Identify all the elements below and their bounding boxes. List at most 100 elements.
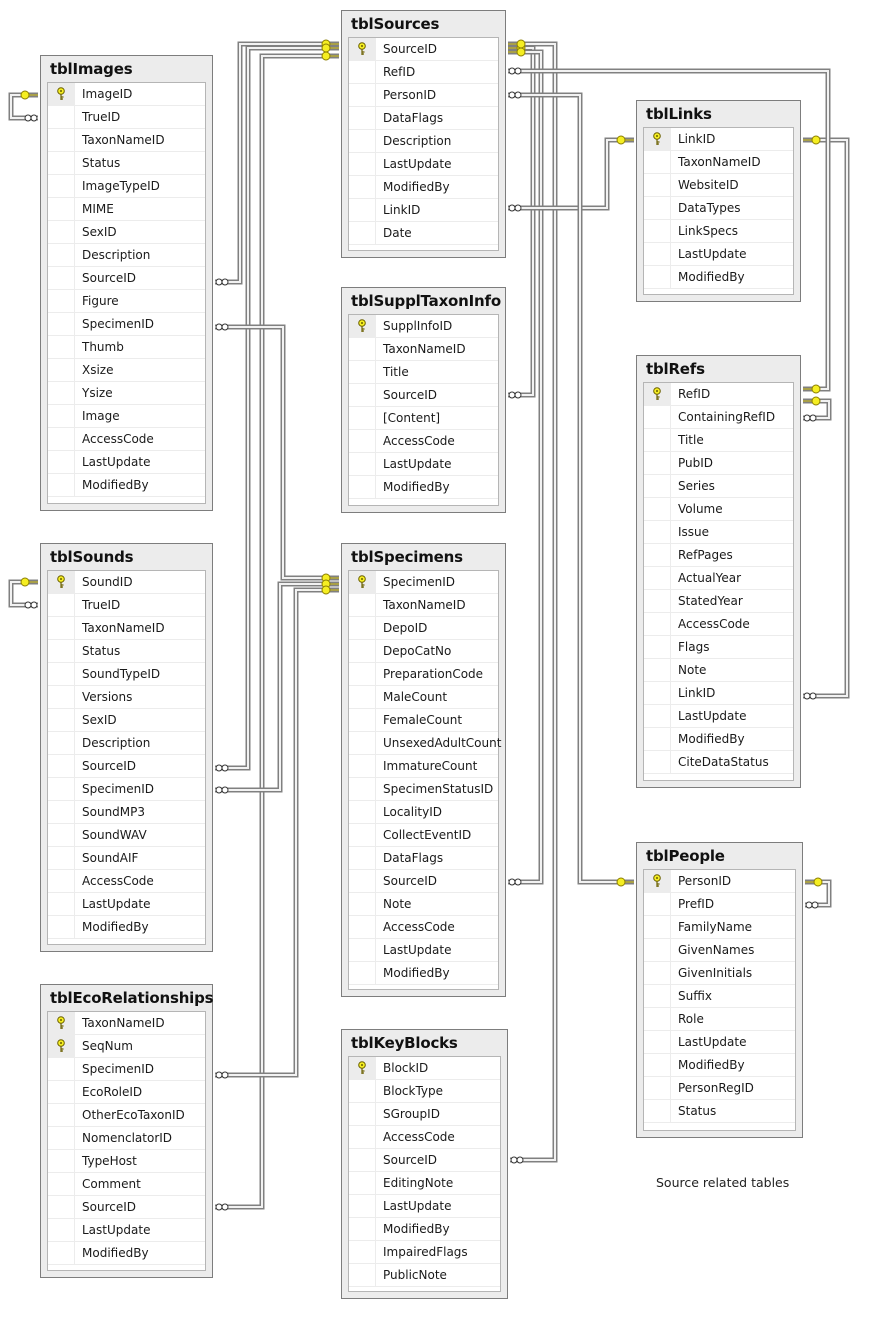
column-row[interactable]: LinkID [349,199,498,222]
column-row[interactable]: MIME [48,198,205,221]
column-row[interactable]: BlockType [349,1080,500,1103]
column-row[interactable]: SpecimenID [48,778,205,801]
row-selector[interactable] [644,1077,671,1099]
column-row[interactable]: Title [349,361,498,384]
row-selector[interactable] [349,453,376,475]
row-selector[interactable] [349,1264,376,1286]
row-selector[interactable] [349,361,376,383]
column-row[interactable]: DepoCatNo [349,640,498,663]
column-row[interactable]: SoundID [48,571,205,594]
row-selector[interactable] [48,1150,75,1172]
column-row[interactable]: LastUpdate [644,1031,795,1054]
column-row[interactable]: UnsexedAdultCount [349,732,501,755]
column-row[interactable]: ImageTypeID [48,175,205,198]
row-selector[interactable] [48,405,75,427]
row-selector[interactable] [349,38,376,60]
relationship-tblSources-SourceID-to-tblEcoRelationships-SourceID[interactable] [215,51,339,1211]
row-selector[interactable] [48,709,75,731]
column-row[interactable]: AccessCode [48,428,205,451]
column-row[interactable]: [Content] [349,407,498,430]
row-selector[interactable] [349,824,376,846]
table-tblImages[interactable]: tblImages ImageID TrueID TaxonNameID Status… [40,55,213,511]
column-row[interactable]: WebsiteID [644,174,793,197]
row-selector[interactable] [644,659,671,681]
column-row[interactable]: ModifiedBy [48,474,205,497]
column-row[interactable]: ModifiedBy [48,1242,205,1265]
column-row[interactable]: Versions [48,686,205,709]
row-selector[interactable] [349,430,376,452]
column-row[interactable]: GivenInitials [644,962,795,985]
column-row[interactable]: Role [644,1008,795,1031]
table-tblPeople[interactable]: tblPeople PersonID PrefID FamilyName GivenN… [636,842,803,1138]
column-row[interactable]: ModifiedBy [644,728,793,751]
row-selector[interactable] [48,640,75,662]
row-selector[interactable] [644,962,671,984]
row-selector[interactable] [644,475,671,497]
row-selector[interactable] [48,1173,75,1195]
row-selector[interactable] [644,1054,671,1076]
column-row[interactable]: SourceID [349,384,498,407]
row-selector[interactable] [644,1100,671,1122]
row-selector[interactable] [349,130,376,152]
row-selector[interactable] [349,1241,376,1263]
column-row[interactable]: Comment [48,1173,205,1196]
row-selector[interactable] [644,521,671,543]
row-selector[interactable] [349,176,376,198]
row-selector[interactable] [349,962,376,984]
row-selector[interactable] [349,640,376,662]
row-selector[interactable] [349,1103,376,1125]
row-selector[interactable] [644,266,671,288]
row-selector[interactable] [48,1012,75,1034]
row-selector[interactable] [48,916,75,938]
relationship-tblSounds-SoundID-to-tblSounds-TrueID[interactable] [8,577,38,609]
row-selector[interactable] [349,338,376,360]
column-row[interactable]: AccessCode [349,916,498,939]
column-row[interactable]: TypeHost [48,1150,205,1173]
relationship-tblRefs-RefID-to-tblRefs-ContainingRefID[interactable] [803,396,832,422]
column-row[interactable]: LinkID [644,128,793,151]
row-selector[interactable] [644,452,671,474]
column-row[interactable]: ModifiedBy [349,176,498,199]
column-row[interactable]: AccessCode [349,1126,500,1149]
row-selector[interactable] [349,939,376,961]
column-row[interactable]: TaxonNameID [48,617,205,640]
row-selector[interactable] [48,617,75,639]
row-selector[interactable] [644,567,671,589]
row-selector[interactable] [644,128,671,150]
column-row[interactable]: LastUpdate [349,1195,500,1218]
row-selector[interactable] [48,175,75,197]
column-row[interactable]: ModifiedBy [644,1054,795,1077]
row-selector[interactable] [349,384,376,406]
relationship-tblSources-SourceID-to-tblKeyBlocks-SourceID[interactable] [508,39,558,1164]
column-row[interactable]: NomenclatorID [48,1127,205,1150]
column-row[interactable]: SpecimenStatusID [349,778,498,801]
row-selector[interactable] [48,1104,75,1126]
row-selector[interactable] [349,1126,376,1148]
row-selector[interactable] [644,1031,671,1053]
column-row[interactable]: CiteDataStatus [644,751,793,774]
row-selector[interactable] [644,590,671,612]
column-row[interactable]: LastUpdate [48,451,205,474]
column-row[interactable]: PreparationCode [349,663,498,686]
row-selector[interactable] [349,315,376,337]
column-row[interactable]: EcoRoleID [48,1081,205,1104]
row-selector[interactable] [349,107,376,129]
row-selector[interactable] [48,778,75,800]
column-row[interactable]: ModifiedBy [48,916,205,939]
row-selector[interactable] [48,686,75,708]
row-selector[interactable] [48,801,75,823]
column-row[interactable]: Ysize [48,382,205,405]
row-selector[interactable] [349,732,376,754]
row-selector[interactable] [48,83,75,105]
column-row[interactable]: SoundAIF [48,847,205,870]
table-tblKeyBlocks[interactable]: tblKeyBlocks BlockID BlockType SGroupID Acc… [341,1029,508,1299]
row-selector[interactable] [48,451,75,473]
row-selector[interactable] [48,267,75,289]
row-selector[interactable] [48,1081,75,1103]
row-selector[interactable] [349,1149,376,1171]
row-selector[interactable] [644,220,671,242]
row-selector[interactable] [644,383,671,405]
column-row[interactable]: Suffix [644,985,795,1008]
row-selector[interactable] [349,1080,376,1102]
column-row[interactable]: ModifiedBy [349,962,498,985]
